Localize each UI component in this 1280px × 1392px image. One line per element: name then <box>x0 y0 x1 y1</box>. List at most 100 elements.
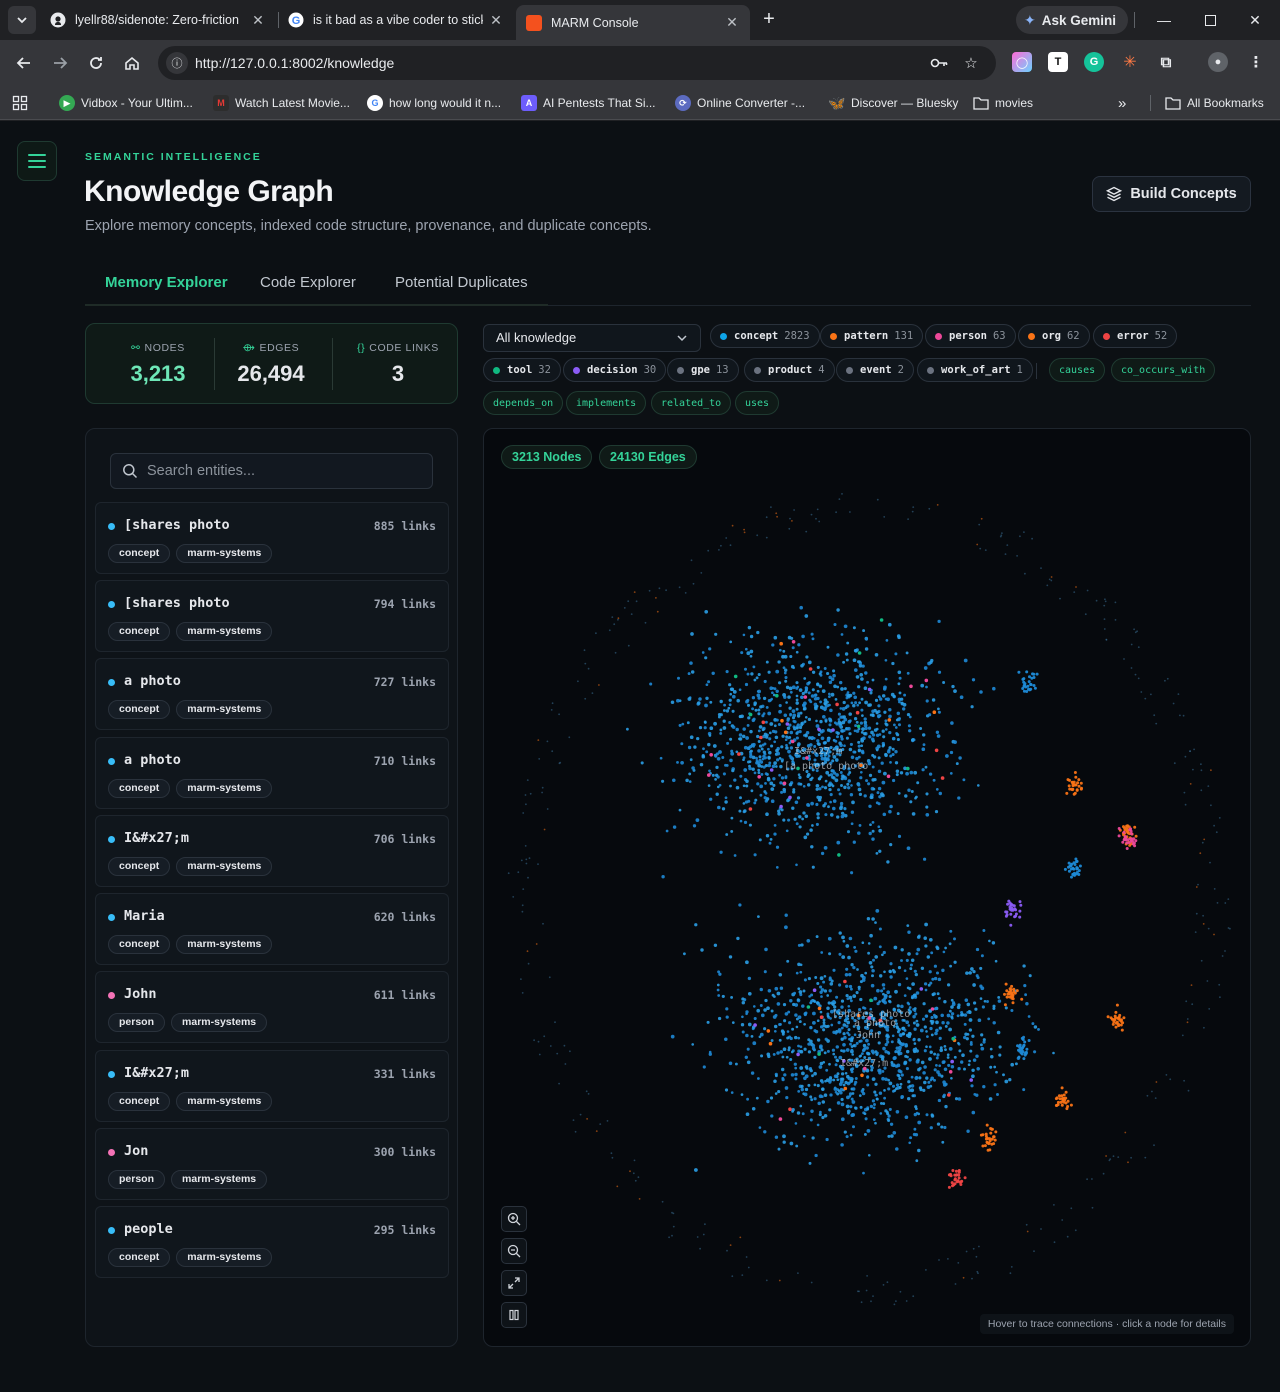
graph-node[interactable] <box>976 1067 980 1071</box>
graph-node[interactable] <box>886 774 891 779</box>
graph-node[interactable] <box>1033 686 1037 690</box>
graph-node[interactable] <box>1114 1010 1118 1014</box>
more-bookmarks-chevron-icon[interactable]: » <box>1118 93 1126 113</box>
graph-node[interactable] <box>858 1094 862 1097</box>
apps-grid-icon[interactable] <box>12 93 28 113</box>
graph-node[interactable] <box>587 1093 590 1095</box>
graph-node[interactable] <box>793 1062 797 1066</box>
graph-node[interactable] <box>867 703 871 707</box>
graph-node[interactable] <box>895 1147 899 1151</box>
graph-node[interactable] <box>871 837 875 841</box>
graph-node[interactable] <box>1126 824 1130 828</box>
graph-node[interactable] <box>988 1148 992 1152</box>
graph-node[interactable] <box>801 1112 805 1116</box>
graph-node[interactable] <box>763 679 767 684</box>
graph-node[interactable] <box>690 632 694 636</box>
graph-node[interactable] <box>782 1140 786 1144</box>
graph-node[interactable] <box>810 513 813 516</box>
extension-t-icon[interactable]: T <box>1048 52 1068 72</box>
graph-node[interactable] <box>988 1097 993 1101</box>
graph-node[interactable] <box>749 729 753 734</box>
graph-node[interactable] <box>1070 875 1073 879</box>
graph-node[interactable] <box>864 700 868 705</box>
graph-node[interactable] <box>795 698 799 702</box>
graph-node[interactable] <box>729 784 732 788</box>
close-icon[interactable]: ✕ <box>724 14 740 31</box>
graph-node[interactable] <box>889 975 893 979</box>
graph-node[interactable] <box>743 768 748 772</box>
graph-node[interactable] <box>909 770 914 775</box>
graph-node[interactable] <box>706 1020 710 1024</box>
graph-node[interactable] <box>775 718 779 722</box>
graph-node[interactable] <box>881 1069 885 1073</box>
graph-node[interactable] <box>1017 1048 1020 1052</box>
graph-node[interactable] <box>895 1046 899 1050</box>
graph-node[interactable] <box>1121 840 1125 844</box>
graph-node[interactable] <box>867 782 871 786</box>
graph-node[interactable] <box>541 791 543 794</box>
graph-node[interactable] <box>526 779 529 781</box>
graph-node[interactable] <box>809 1095 813 1099</box>
graph-node[interactable] <box>1014 1062 1018 1066</box>
graph-node[interactable] <box>749 749 753 753</box>
graph-node[interactable] <box>838 741 842 745</box>
graph-node[interactable] <box>888 746 892 750</box>
graph-node[interactable] <box>797 987 801 991</box>
graph-node[interactable] <box>782 818 786 822</box>
graph-node[interactable] <box>790 1073 795 1077</box>
graph-node[interactable] <box>1005 910 1009 914</box>
graph-node[interactable] <box>665 589 667 592</box>
graph-node[interactable] <box>796 1111 801 1115</box>
graph-node[interactable] <box>883 995 888 1000</box>
graph-node[interactable] <box>1072 871 1076 875</box>
graph-node[interactable] <box>756 734 760 739</box>
graph-node[interactable] <box>808 667 813 671</box>
graph-node[interactable] <box>1165 1074 1168 1076</box>
graph-node[interactable] <box>720 544 722 547</box>
graph-node[interactable] <box>995 1070 998 1074</box>
graph-node[interactable] <box>851 1100 856 1104</box>
graph-node[interactable] <box>872 787 876 791</box>
graph-node[interactable] <box>791 646 795 650</box>
close-icon[interactable]: ✕ <box>488 12 504 29</box>
graph-node[interactable] <box>906 766 910 771</box>
graph-node[interactable] <box>946 983 951 987</box>
graph-node[interactable] <box>753 1023 757 1027</box>
graph-node[interactable] <box>953 960 957 964</box>
graph-node[interactable] <box>751 767 755 771</box>
graph-node[interactable] <box>760 1054 764 1058</box>
graph-node[interactable] <box>803 1047 807 1051</box>
graph-node[interactable] <box>564 1063 567 1065</box>
graph-node[interactable] <box>930 1021 934 1025</box>
graph-node[interactable] <box>831 1002 835 1007</box>
graph-node[interactable] <box>1118 1013 1122 1017</box>
graph-node[interactable] <box>807 977 811 981</box>
graph-node[interactable] <box>905 1020 910 1025</box>
graph-node[interactable] <box>1015 989 1019 993</box>
graph-node[interactable] <box>861 978 866 982</box>
graph-node[interactable] <box>1127 1161 1129 1164</box>
graph-node[interactable] <box>824 741 827 745</box>
graph-node[interactable] <box>725 1015 729 1019</box>
graph-node[interactable] <box>746 1047 750 1051</box>
graph-node[interactable] <box>851 1087 856 1091</box>
graph-node[interactable] <box>855 991 859 995</box>
graph-node[interactable] <box>796 730 800 734</box>
graph-node[interactable] <box>886 1051 890 1054</box>
graph-node[interactable] <box>776 991 781 996</box>
graph-node[interactable] <box>1130 643 1133 646</box>
graph-node[interactable] <box>1018 909 1022 913</box>
graph-node[interactable] <box>1123 658 1125 660</box>
graph-node[interactable] <box>861 664 865 668</box>
graph-node[interactable] <box>886 860 890 864</box>
graph-node[interactable] <box>1030 676 1034 680</box>
ask-gemini-button[interactable]: ✦ Ask Gemini <box>1016 6 1129 34</box>
graph-node[interactable] <box>837 788 841 792</box>
graph-node[interactable] <box>741 1015 744 1019</box>
graph-node[interactable] <box>721 994 725 998</box>
graph-node[interactable] <box>969 1078 973 1082</box>
graph-node[interactable] <box>885 1037 889 1041</box>
graph-node[interactable] <box>764 998 768 1003</box>
graph-node[interactable] <box>778 1279 781 1282</box>
graph-node[interactable] <box>922 1002 926 1006</box>
